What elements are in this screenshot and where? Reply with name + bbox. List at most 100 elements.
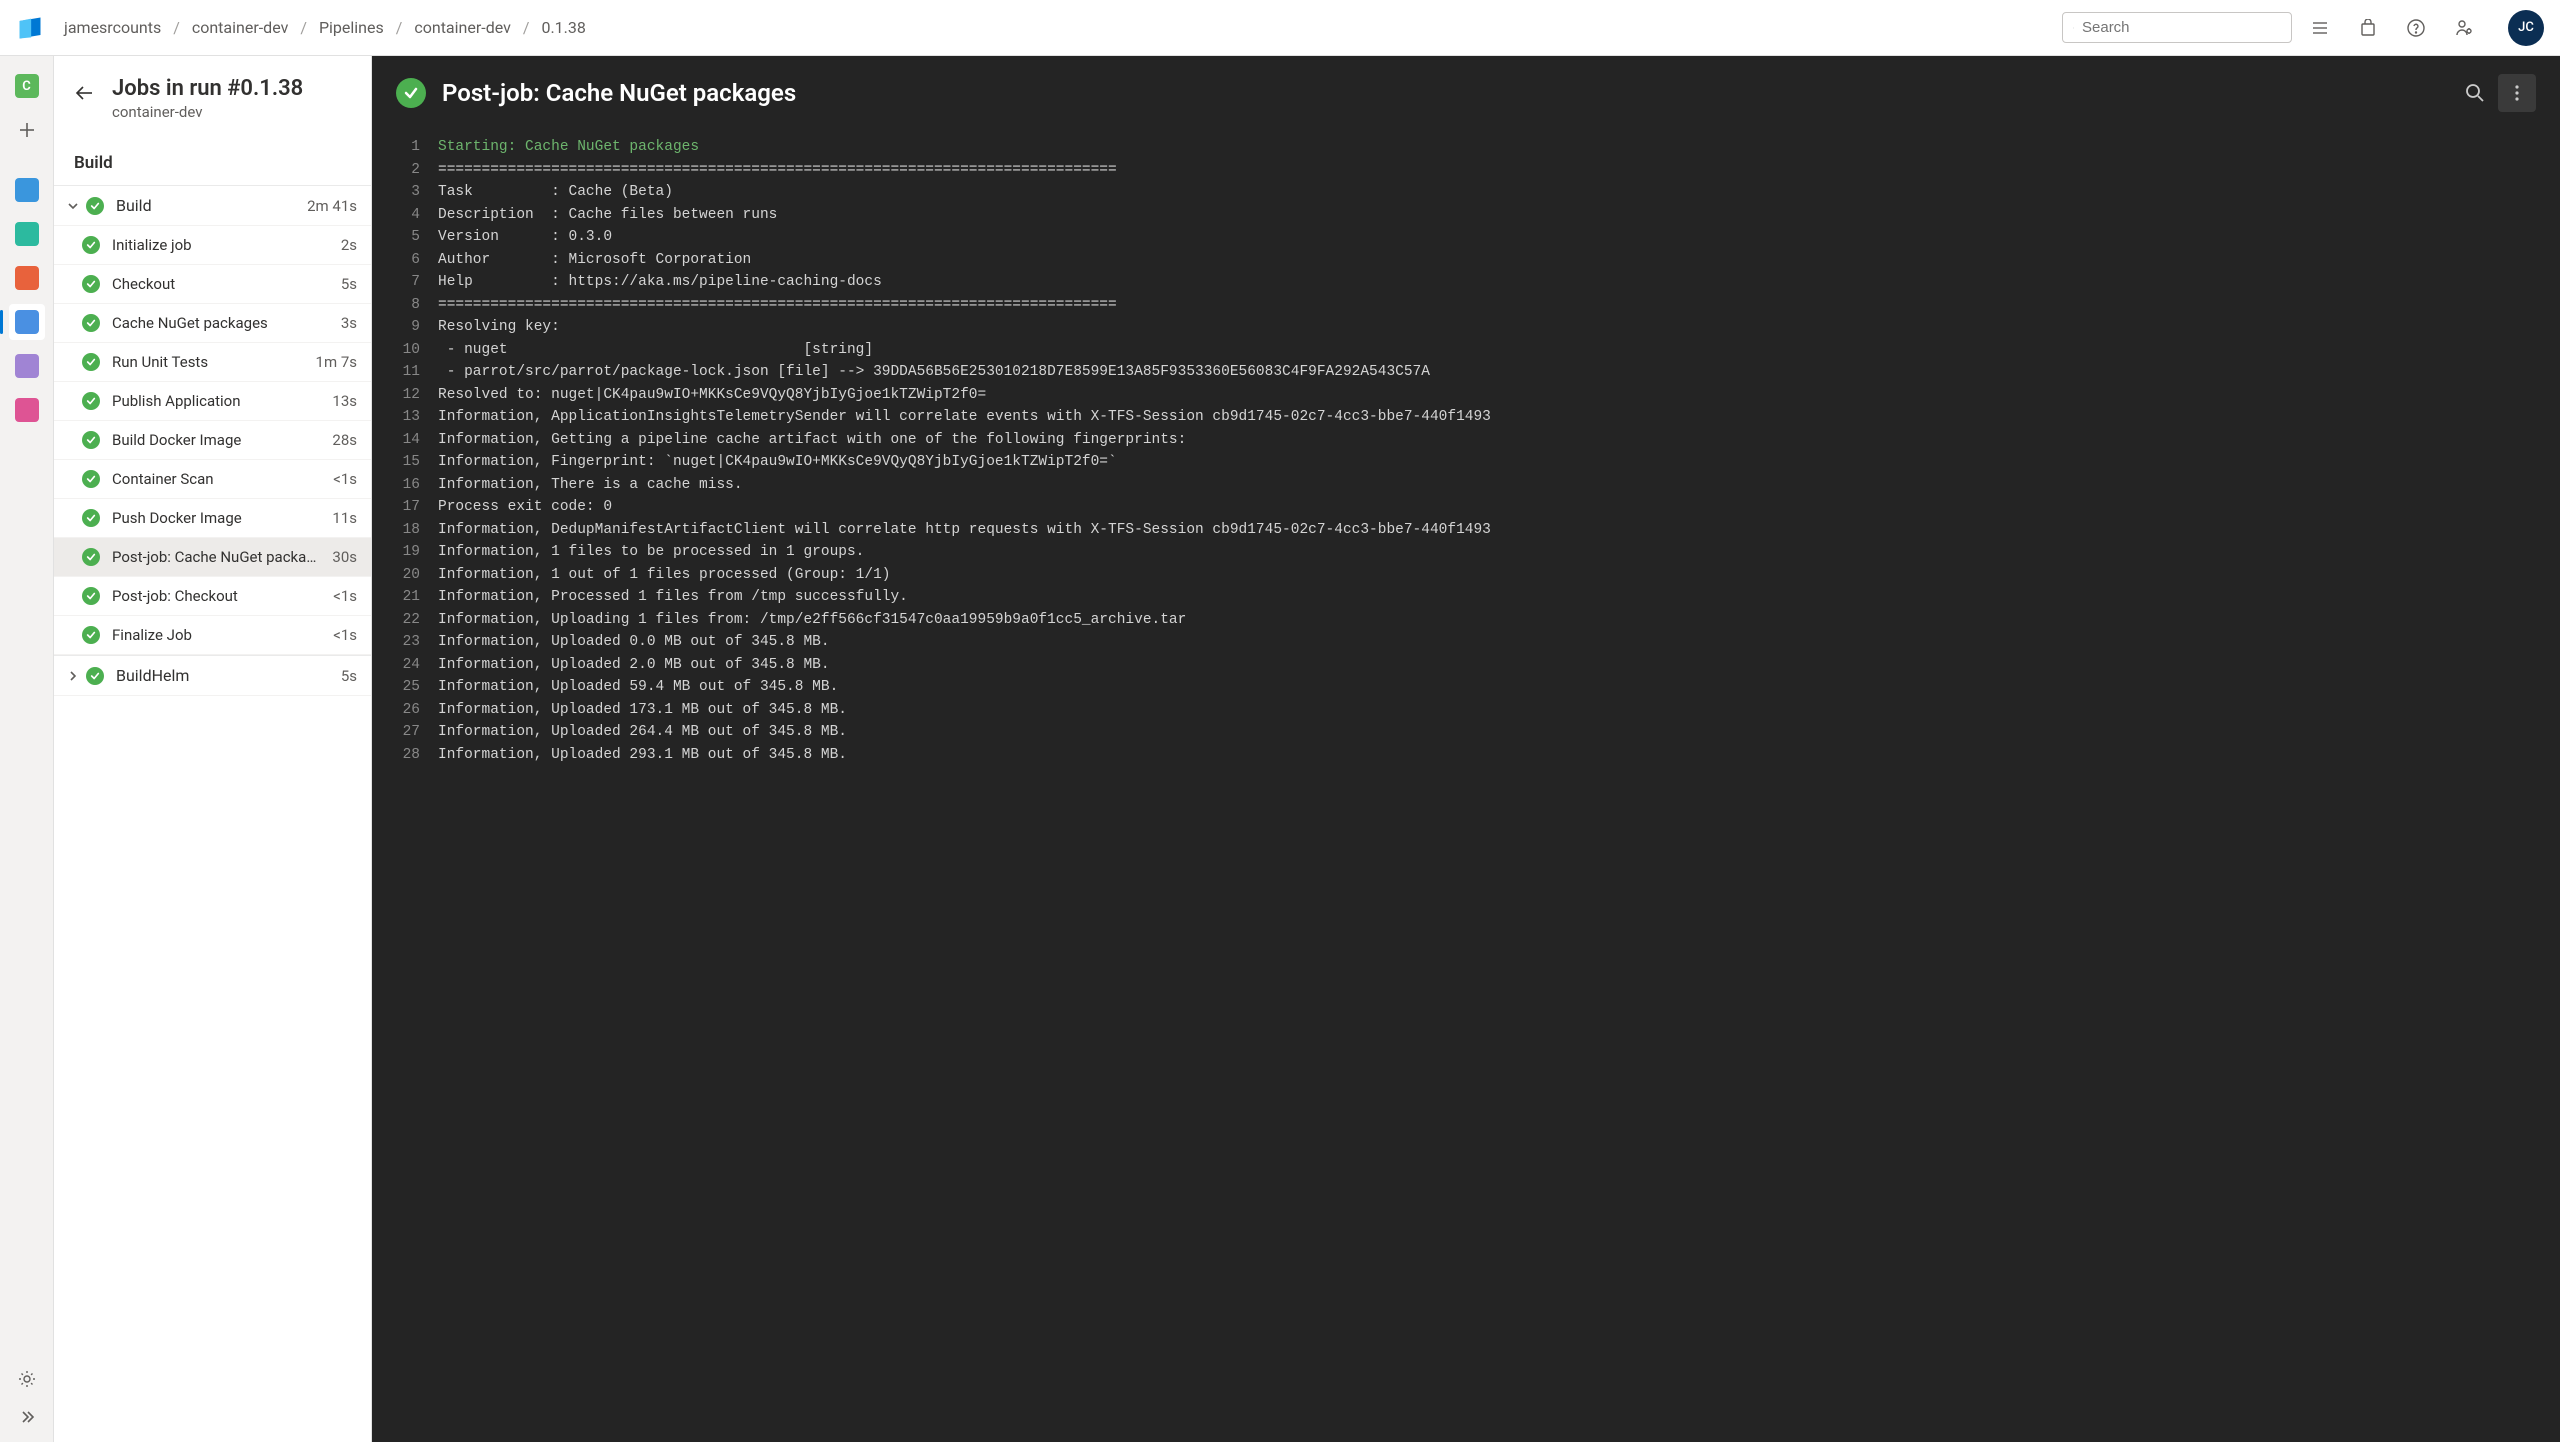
search-box[interactable] [2062,12,2292,43]
line-number: 28 [384,744,420,767]
log-line: 4Description : Cache files between runs [372,204,2560,227]
job-step-row[interactable]: Checkout5s [54,265,371,304]
breadcrumb-item[interactable]: container-dev [192,18,288,37]
chevron-icon [64,670,82,682]
user-avatar[interactable]: JC [2508,10,2544,46]
step-name: Finalize Job [112,626,325,644]
nav-pipelines[interactable] [9,304,45,340]
job-group-row[interactable]: BuildHelm 5s [54,656,371,696]
step-name: Post-job: Checkout [112,587,325,605]
breadcrumb-item[interactable]: container-dev [414,18,510,37]
settings-icon[interactable] [18,1370,36,1392]
log-line: 12Resolved to: nuget|CK4pau9wIO+MKKsCe9V… [372,384,2560,407]
nav-project[interactable]: C [9,68,45,104]
line-number: 25 [384,676,420,699]
step-duration: <1s [333,470,357,488]
log-line: 23Information, Uploaded 0.0 MB out of 34… [372,631,2560,654]
back-button[interactable] [74,82,96,108]
nav-boards[interactable] [9,216,45,252]
line-number: 16 [384,474,420,497]
success-icon [82,392,100,410]
step-name: Build Docker Image [112,431,324,449]
line-number: 1 [384,136,420,159]
step-name: Cache NuGet packages [112,314,333,332]
job-step-row[interactable]: Run Unit Tests1m 7s [54,343,371,382]
log-search-button[interactable] [2456,74,2494,112]
job-step-row[interactable]: Build Docker Image 28s [54,421,371,460]
step-duration: 13s [332,392,357,410]
success-icon [82,470,100,488]
log-line: 1Starting: Cache NuGet packages [372,136,2560,159]
job-step-row[interactable]: Cache NuGet packages 3s [54,304,371,343]
line-number: 26 [384,699,420,722]
nav-testplans[interactable] [9,348,45,384]
line-number: 10 [384,339,420,362]
list-icon[interactable] [2308,16,2332,40]
log-title: Post-job: Cache NuGet packages [442,79,2440,107]
search-icon [2073,20,2074,36]
jobs-subtitle: container-dev [112,103,303,121]
step-name: Checkout [112,275,333,293]
success-icon [82,275,100,293]
expand-icon[interactable] [18,1408,36,1430]
log-line: 17Process exit code: 0 [372,496,2560,519]
job-step-row[interactable]: Push Docker Image11s [54,499,371,538]
job-name: Build [116,196,299,215]
nav-artifacts[interactable] [9,392,45,428]
nav-overview[interactable] [9,172,45,208]
header-actions: JC [2308,10,2544,46]
nav-add[interactable] [9,112,45,148]
breadcrumbs: jamesrcounts/ container-dev/ Pipelines/ … [64,18,586,37]
job-step-row[interactable]: Container Scan<1s [54,460,371,499]
log-line: 7Help : https://aka.ms/pipeline-caching-… [372,271,2560,294]
nav-rail: C [0,56,54,1442]
line-number: 17 [384,496,420,519]
log-body[interactable]: 1Starting: Cache NuGet packages2========… [372,130,2560,1442]
success-icon [82,587,100,605]
step-duration: 2s [341,236,357,254]
step-duration: 28s [332,431,357,449]
log-line: 10 - nuget [string] [372,339,2560,362]
shopping-bag-icon[interactable] [2356,16,2380,40]
log-line: 8=======================================… [372,294,2560,317]
job-name: BuildHelm [116,666,333,685]
nav-repos[interactable] [9,260,45,296]
job-duration: 5s [341,667,357,685]
breadcrumb-item[interactable]: jamesrcounts [64,18,161,37]
step-duration: 3s [341,314,357,332]
log-pane: Post-job: Cache NuGet packages 1Starting… [372,56,2560,1442]
log-line: 25Information, Uploaded 59.4 MB out of 3… [372,676,2560,699]
log-more-button[interactable] [2498,74,2536,112]
job-step-row[interactable]: Publish Application 13s [54,382,371,421]
step-name: Publish Application [112,392,324,410]
line-number: 19 [384,541,420,564]
log-line: 21Information, Processed 1 files from /t… [372,586,2560,609]
breadcrumb-item[interactable]: 0.1.38 [541,18,585,37]
log-line: 3Task : Cache (Beta) [372,181,2560,204]
chevron-icon [64,200,82,212]
breadcrumb-item[interactable]: Pipelines [319,18,384,37]
line-number: 5 [384,226,420,249]
user-settings-icon[interactable] [2452,16,2476,40]
line-number: 11 [384,361,420,384]
line-number: 14 [384,429,420,452]
job-step-row[interactable]: Post-job: Cache NuGet packages30s [54,538,371,577]
job-group-row[interactable]: Build2m 41s [54,186,371,226]
step-duration: <1s [333,626,357,644]
job-step-row[interactable]: Post-job: Checkout<1s [54,577,371,616]
azure-devops-logo[interactable] [16,14,44,42]
help-icon[interactable] [2404,16,2428,40]
line-number: 13 [384,406,420,429]
job-step-row[interactable]: Finalize Job <1s [54,616,371,655]
log-line: 28Information, Uploaded 293.1 MB out of … [372,744,2560,767]
line-number: 6 [384,249,420,272]
success-icon [82,431,100,449]
log-line: 11 - parrot/src/parrot/package-lock.json… [372,361,2560,384]
search-input[interactable] [2082,19,2281,36]
job-step-row[interactable]: Initialize job2s [54,226,371,265]
line-number: 7 [384,271,420,294]
line-number: 8 [384,294,420,317]
line-number: 21 [384,586,420,609]
log-line: 19Information, 1 files to be processed i… [372,541,2560,564]
log-line: 5Version : 0.3.0 [372,226,2560,249]
